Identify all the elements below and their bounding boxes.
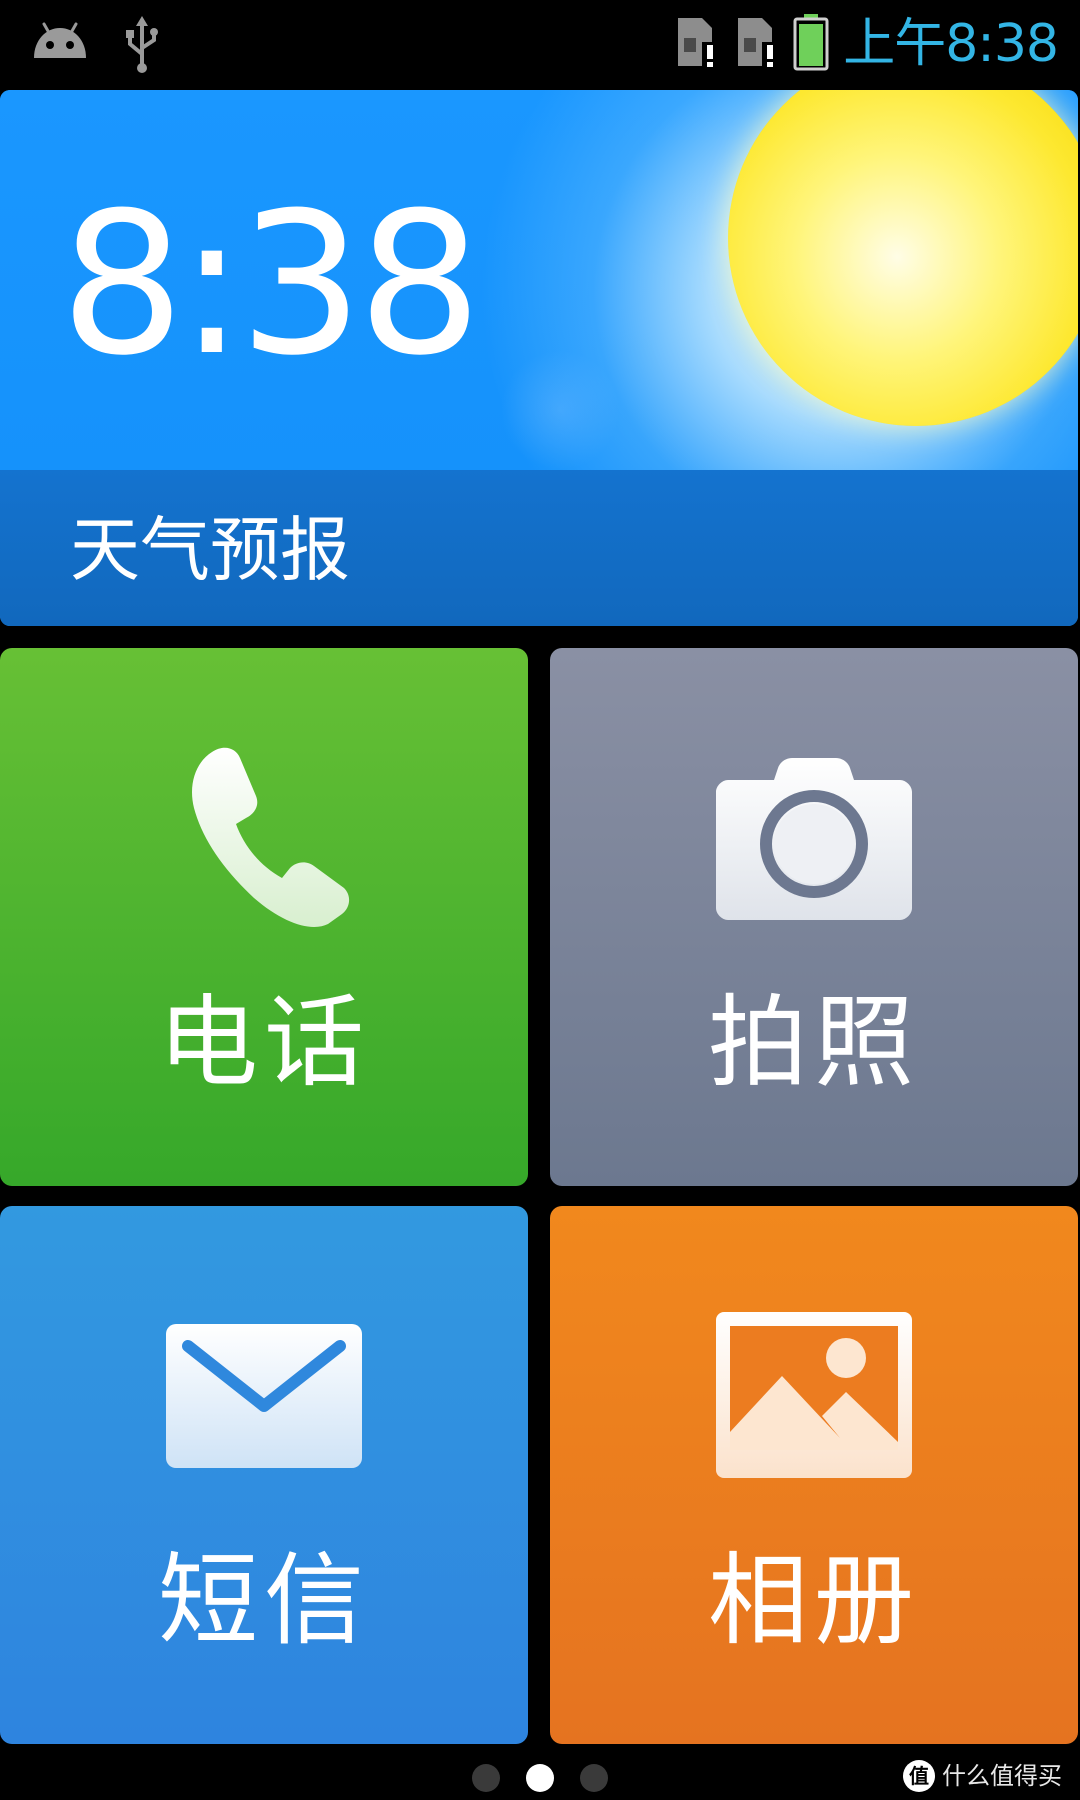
sms-label: 短信 [158,1542,370,1659]
phone-handset-icon [192,747,350,927]
weather-label-bar: 天气预报 [0,470,1078,626]
status-bar: 上午8:38 [0,0,1080,88]
android-debug-icon [34,22,86,58]
weather-label: 天气预报 [70,509,350,591]
phone-tile[interactable]: 电话 [0,648,528,1186]
zhide-logo-icon: 值 [903,1760,935,1792]
gallery-tile[interactable]: 相册 [550,1206,1078,1744]
camera-tile[interactable]: 拍照 [550,648,1078,1186]
weather-sky: 8:38 [0,90,1078,470]
lens-flare [500,350,620,470]
sim-card-alert-icon [738,18,778,70]
usb-icon [126,16,158,73]
envelope-icon [166,1324,362,1468]
battery-icon [793,14,829,71]
sim-card-alert-icon [678,18,718,70]
picture-icon [716,1312,912,1478]
sms-tile[interactable]: 短信 [0,1206,528,1744]
weather-clock: 8:38 [60,171,482,399]
phone-label: 电话 [158,984,370,1101]
watermark: 值 什么值得买 [902,1758,1062,1794]
page-dot[interactable] [580,1764,608,1792]
page-dot[interactable] [472,1764,500,1792]
gallery-label: 相册 [708,1542,920,1659]
camera-label: 拍照 [708,984,920,1101]
status-time: 上午8:38 [843,14,1059,74]
weather-widget[interactable]: 8:38 天气预报 [0,90,1078,626]
page-dot-active[interactable] [526,1764,554,1792]
camera-icon [716,758,912,920]
svg-text:值: 值 [909,1764,929,1788]
watermark-text: 什么值得买 [942,1762,1062,1790]
